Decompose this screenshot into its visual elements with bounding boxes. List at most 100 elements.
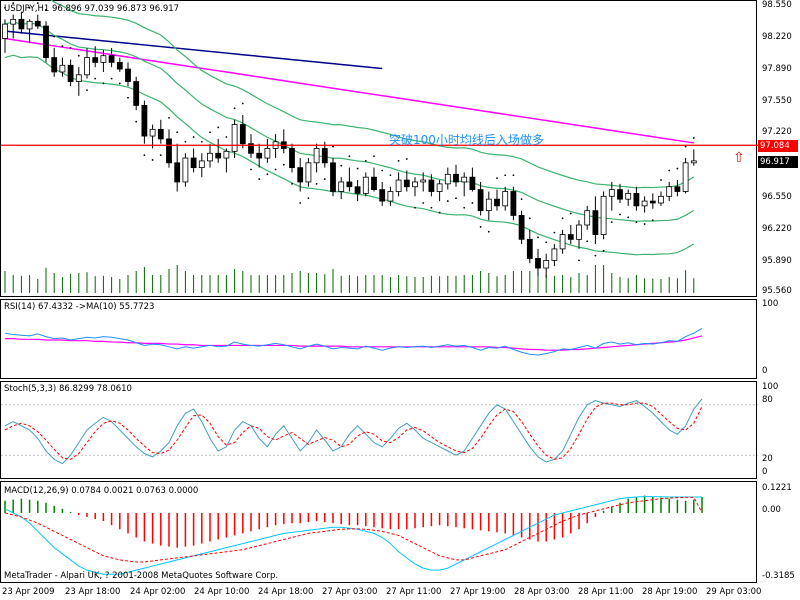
sar-dot	[192, 136, 195, 138]
stochastic-axis-label: 20	[762, 454, 773, 464]
sar-dot	[676, 167, 679, 170]
sar-dot	[299, 202, 302, 204]
sar-dot	[561, 217, 564, 220]
candle-body	[305, 162, 312, 183]
candle-body	[92, 57, 99, 63]
sar-dot	[356, 167, 359, 170]
candle-body	[649, 200, 656, 204]
price-axis-label: 97.220	[762, 127, 792, 137]
sar-dot	[619, 213, 621, 216]
rsi-axis-label: 0	[762, 366, 768, 376]
sar-dot	[332, 145, 334, 148]
candle-body	[215, 152, 222, 159]
sar-dot	[414, 206, 416, 209]
sar-dot	[143, 154, 146, 157]
candle-body	[371, 176, 377, 191]
candle-body	[346, 181, 353, 188]
candle-body	[608, 189, 615, 197]
candle-body	[157, 128, 164, 140]
candle-body	[207, 152, 213, 162]
sar-dot	[69, 47, 72, 49]
sar-dot	[86, 89, 88, 92]
candle-body	[108, 55, 115, 63]
candle-body	[198, 160, 205, 169]
time-axis-label: 24 Apr 18:00	[258, 587, 314, 597]
sar-dot	[241, 102, 244, 105]
candle-body	[551, 248, 558, 261]
sar-dot	[446, 200, 449, 202]
rsi-pane[interactable]: RSI(14) 67.4332 ->MA(10) 55.7723	[0, 299, 757, 379]
ma-100-line	[4, 37, 694, 144]
sar-dot	[118, 82, 121, 85]
sar-dot	[397, 160, 400, 162]
sar-dot	[250, 168, 252, 171]
macd-pane[interactable]: MACD(12,26,9) 0.0784 0.0021 0.0763 0.000…	[0, 481, 757, 583]
sar-dot	[635, 221, 638, 224]
candle-body	[543, 259, 550, 269]
sar-dot	[643, 223, 646, 225]
sar-dot	[594, 254, 597, 257]
candle-body	[436, 183, 443, 192]
candle-body	[600, 195, 607, 235]
stochastic-main-line	[4, 398, 703, 465]
macd-svg	[4, 495, 703, 575]
sar-dot	[291, 182, 293, 185]
candle-body	[43, 25, 49, 59]
stochastic-header: Stoch(5,3,3) 86.8299 78.0610	[4, 384, 132, 394]
sar-dot	[381, 169, 384, 172]
price-axis-label: 98.550	[762, 0, 792, 10]
sar-dot	[422, 202, 425, 204]
candle-body	[174, 162, 181, 183]
macd-signal-line	[4, 496, 703, 563]
candle-body	[116, 61, 123, 70]
price-axis-label: 96.550	[762, 192, 792, 202]
candle-body	[526, 238, 533, 259]
sar-dot	[569, 212, 572, 215]
sar-dot	[274, 168, 277, 171]
stochastic-pane[interactable]: Stoch(5,3,3) 86.8299 78.0610	[0, 381, 758, 479]
time-axis-label: 24 Apr 02:00	[130, 587, 186, 597]
price-chart-pane[interactable]: USDJPY,H1 96.896 97.039 96.873 96.917 突破…	[0, 0, 758, 297]
sar-dot	[512, 174, 515, 177]
sar-dot	[225, 136, 228, 138]
candle-body	[84, 57, 90, 76]
candle-body	[34, 20, 41, 27]
sar-dot	[348, 155, 351, 158]
candle-body	[313, 148, 320, 164]
candle-body	[617, 189, 623, 200]
candle-body	[75, 74, 82, 82]
macd-header: MACD(12,26,9) 0.0784 0.0021 0.0763 0.000…	[4, 486, 199, 496]
sar-dot	[233, 107, 236, 110]
sar-dot	[94, 77, 97, 80]
sar-dot	[20, 0, 23, 2]
sar-dot	[610, 221, 613, 224]
sar-dot	[545, 241, 548, 244]
time-axis-label: 23 Apr 18:00	[65, 587, 121, 597]
sar-dot	[684, 145, 687, 148]
sar-dot	[184, 140, 187, 143]
stochastic-svg	[1, 398, 758, 465]
candle-body	[67, 64, 74, 82]
macd-axis-label: 0.1221	[762, 483, 792, 493]
candle-body	[485, 198, 492, 212]
candle-body	[510, 191, 517, 216]
candle-body	[502, 191, 509, 207]
candle-body	[289, 148, 295, 169]
candle-body	[10, 18, 17, 25]
time-axis-label: 27 Apr 11:00	[386, 587, 442, 597]
candle-body	[59, 64, 66, 73]
sar-dot	[53, 35, 56, 38]
candle-body	[641, 200, 648, 207]
sar-dot	[553, 231, 556, 234]
candle-body	[51, 57, 58, 73]
candle-body	[469, 176, 476, 191]
slow-ma-line	[4, 30, 383, 70]
candle-body	[149, 128, 156, 137]
up-arrow-icon: ⇧	[733, 150, 745, 166]
candle-body	[412, 181, 418, 188]
sar-dot	[651, 219, 654, 222]
candle-body	[494, 198, 500, 207]
time-axis-label: 27 Apr 03:00	[322, 587, 378, 597]
candle-body	[297, 167, 304, 183]
macd-axis-label: -0.3185	[762, 571, 795, 581]
